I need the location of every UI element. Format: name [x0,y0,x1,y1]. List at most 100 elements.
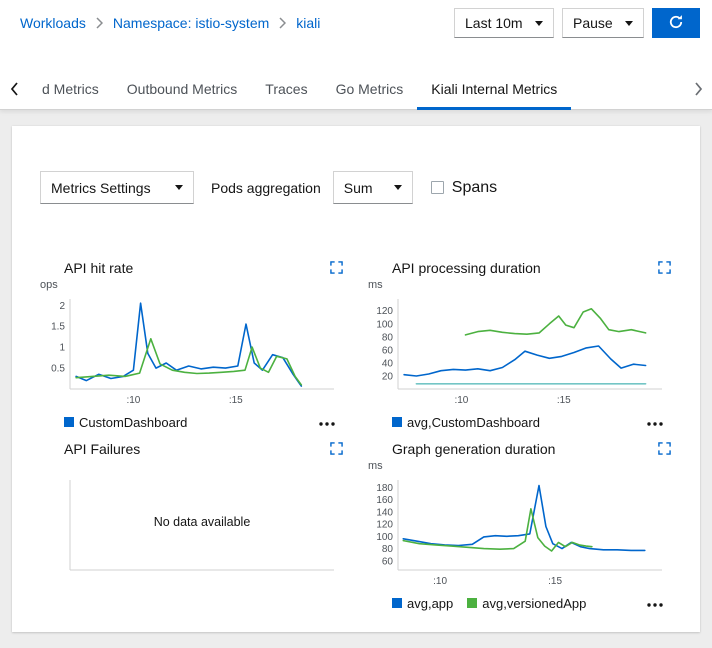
svg-text:120: 120 [376,306,393,317]
svg-text::10: :10 [433,576,447,587]
chart-plot: 180160140 1201008060 :10 :15 [368,474,672,590]
breadcrumb-workload-current[interactable]: kiali [296,15,320,31]
chart-options-kebab-button[interactable] [642,594,668,613]
legend-color-swatch [392,417,402,427]
chart-options-kebab-button[interactable] [642,413,668,432]
svg-text:0.5: 0.5 [51,364,65,375]
top-toolbar: Workloads Namespace: istio-system kiali … [0,0,712,46]
chart-title: Graph generation duration [392,441,555,457]
svg-text:100: 100 [376,532,393,543]
expand-chart-button[interactable] [329,442,344,456]
legend-item[interactable]: avg,app [392,596,453,611]
scroll-tabs-left-button[interactable] [0,70,28,110]
chart-legend: avg,CustomDashboard [392,415,540,430]
duration-select[interactable]: Last 10m [454,8,554,38]
legend-item[interactable]: avg,CustomDashboard [392,415,540,430]
spans-control: Spans [431,179,497,197]
chevron-right-icon [279,17,286,29]
svg-text:No data available: No data available [154,515,251,529]
spans-checkbox[interactable] [431,181,444,194]
chart-legend-row: avg,CustomDashboard [392,409,672,435]
chart-header: Graph generation duration [368,439,672,459]
legend-color-swatch [392,598,402,608]
legend-item[interactable]: avg,versionedApp [467,596,586,611]
metrics-controls: Metrics Settings Pods aggregation Sum Sp… [12,126,700,204]
chart-legend-row: CustomDashboard [64,409,344,435]
aggregation-value: Sum [344,180,373,196]
legend-label: avg,versionedApp [482,596,586,611]
chart-unit-label: ms [368,459,672,474]
chart-title: API Failures [64,441,140,457]
breadcrumb: Workloads Namespace: istio-system kiali [20,15,320,31]
tab-go-metrics[interactable]: Go Metrics [322,70,418,110]
chart-panel: API processing duration ms 1201008060402… [368,258,672,435]
tab-inbound-metrics[interactable]: d Metrics [28,70,113,110]
caret-down-icon [625,21,633,26]
svg-text::15: :15 [229,395,243,406]
legend-label: avg,CustomDashboard [407,415,540,430]
aggregation-select[interactable]: Sum [333,171,413,204]
svg-text:1.5: 1.5 [51,322,65,333]
tab-traces[interactable]: Traces [251,70,321,110]
chart-legend: avg,app avg,versionedApp [392,596,586,611]
angle-right-icon [694,82,703,99]
chart-panel: API hit rate ops 2 1.5 1 0.5 :10 :15 CustomDa… [40,258,344,435]
kebab-icon [646,596,664,611]
breadcrumb-workloads-link[interactable]: Workloads [20,15,86,31]
expand-chart-button[interactable] [657,261,672,275]
expand-chart-button[interactable] [657,442,672,456]
metrics-settings-select[interactable]: Metrics Settings [40,171,194,204]
svg-text:80: 80 [382,544,394,555]
svg-text:140: 140 [376,507,393,518]
chart-title: API processing duration [392,260,541,276]
chart-title: API hit rate [64,260,133,276]
refresh-button[interactable] [652,8,700,38]
refresh-interval-value: Pause [573,15,613,31]
caret-down-icon [175,185,183,190]
scroll-tabs-right-button[interactable] [684,70,712,110]
kebab-icon [318,415,336,430]
legend-color-swatch [467,598,477,608]
svg-text:180: 180 [376,483,393,494]
svg-text:160: 160 [376,495,393,506]
chart-legend-row: avg,app avg,versionedApp [392,590,672,616]
svg-text::10: :10 [126,395,140,406]
breadcrumb-namespace-link[interactable]: Namespace: istio-system [113,15,269,31]
sync-icon [668,14,684,33]
tabs: d Metrics Outbound Metrics Traces Go Met… [28,70,684,110]
caret-down-icon [394,185,402,190]
chart-plot: No data available [40,474,344,590]
svg-text::15: :15 [548,576,562,587]
legend-label: CustomDashboard [79,415,187,430]
chart-panel: Graph generation duration ms 180160140 12… [368,439,672,616]
tab-bar: d Metrics Outbound Metrics Traces Go Met… [0,46,712,110]
legend-label: avg,app [407,596,453,611]
chart-unit-label: ops [40,278,344,293]
refresh-controls: Last 10m Pause [454,8,700,38]
pods-aggregation-label: Pods aggregation [211,180,321,196]
tab-kiali-internal-metrics[interactable]: Kiali Internal Metrics [417,70,571,110]
chevron-right-icon [96,17,103,29]
svg-text:60: 60 [382,556,394,567]
chart-plot: 2 1.5 1 0.5 :10 :15 [40,293,344,409]
chart-options-kebab-button[interactable] [314,413,340,432]
svg-text:60: 60 [382,345,394,356]
metrics-card: Metrics Settings Pods aggregation Sum Sp… [12,126,700,632]
svg-text:2: 2 [59,301,65,312]
chart-header: API hit rate [40,258,344,278]
refresh-interval-select[interactable]: Pause [562,8,644,38]
chart-header: API processing duration [368,258,672,278]
expand-icon [658,443,671,458]
expand-chart-button[interactable] [329,261,344,275]
chart-panel: API Failures No data available [40,439,344,616]
legend-color-swatch [64,417,74,427]
svg-text:120: 120 [376,520,393,531]
charts-grid: API hit rate ops 2 1.5 1 0.5 :10 :15 CustomDa… [12,258,700,616]
tab-outbound-metrics[interactable]: Outbound Metrics [113,70,252,110]
svg-text:80: 80 [382,332,394,343]
legend-item[interactable]: CustomDashboard [64,415,187,430]
chart-legend: CustomDashboard [64,415,187,430]
expand-icon [658,262,671,277]
svg-text:1: 1 [59,343,65,354]
page-header: Workloads Namespace: istio-system kiali … [0,0,712,110]
